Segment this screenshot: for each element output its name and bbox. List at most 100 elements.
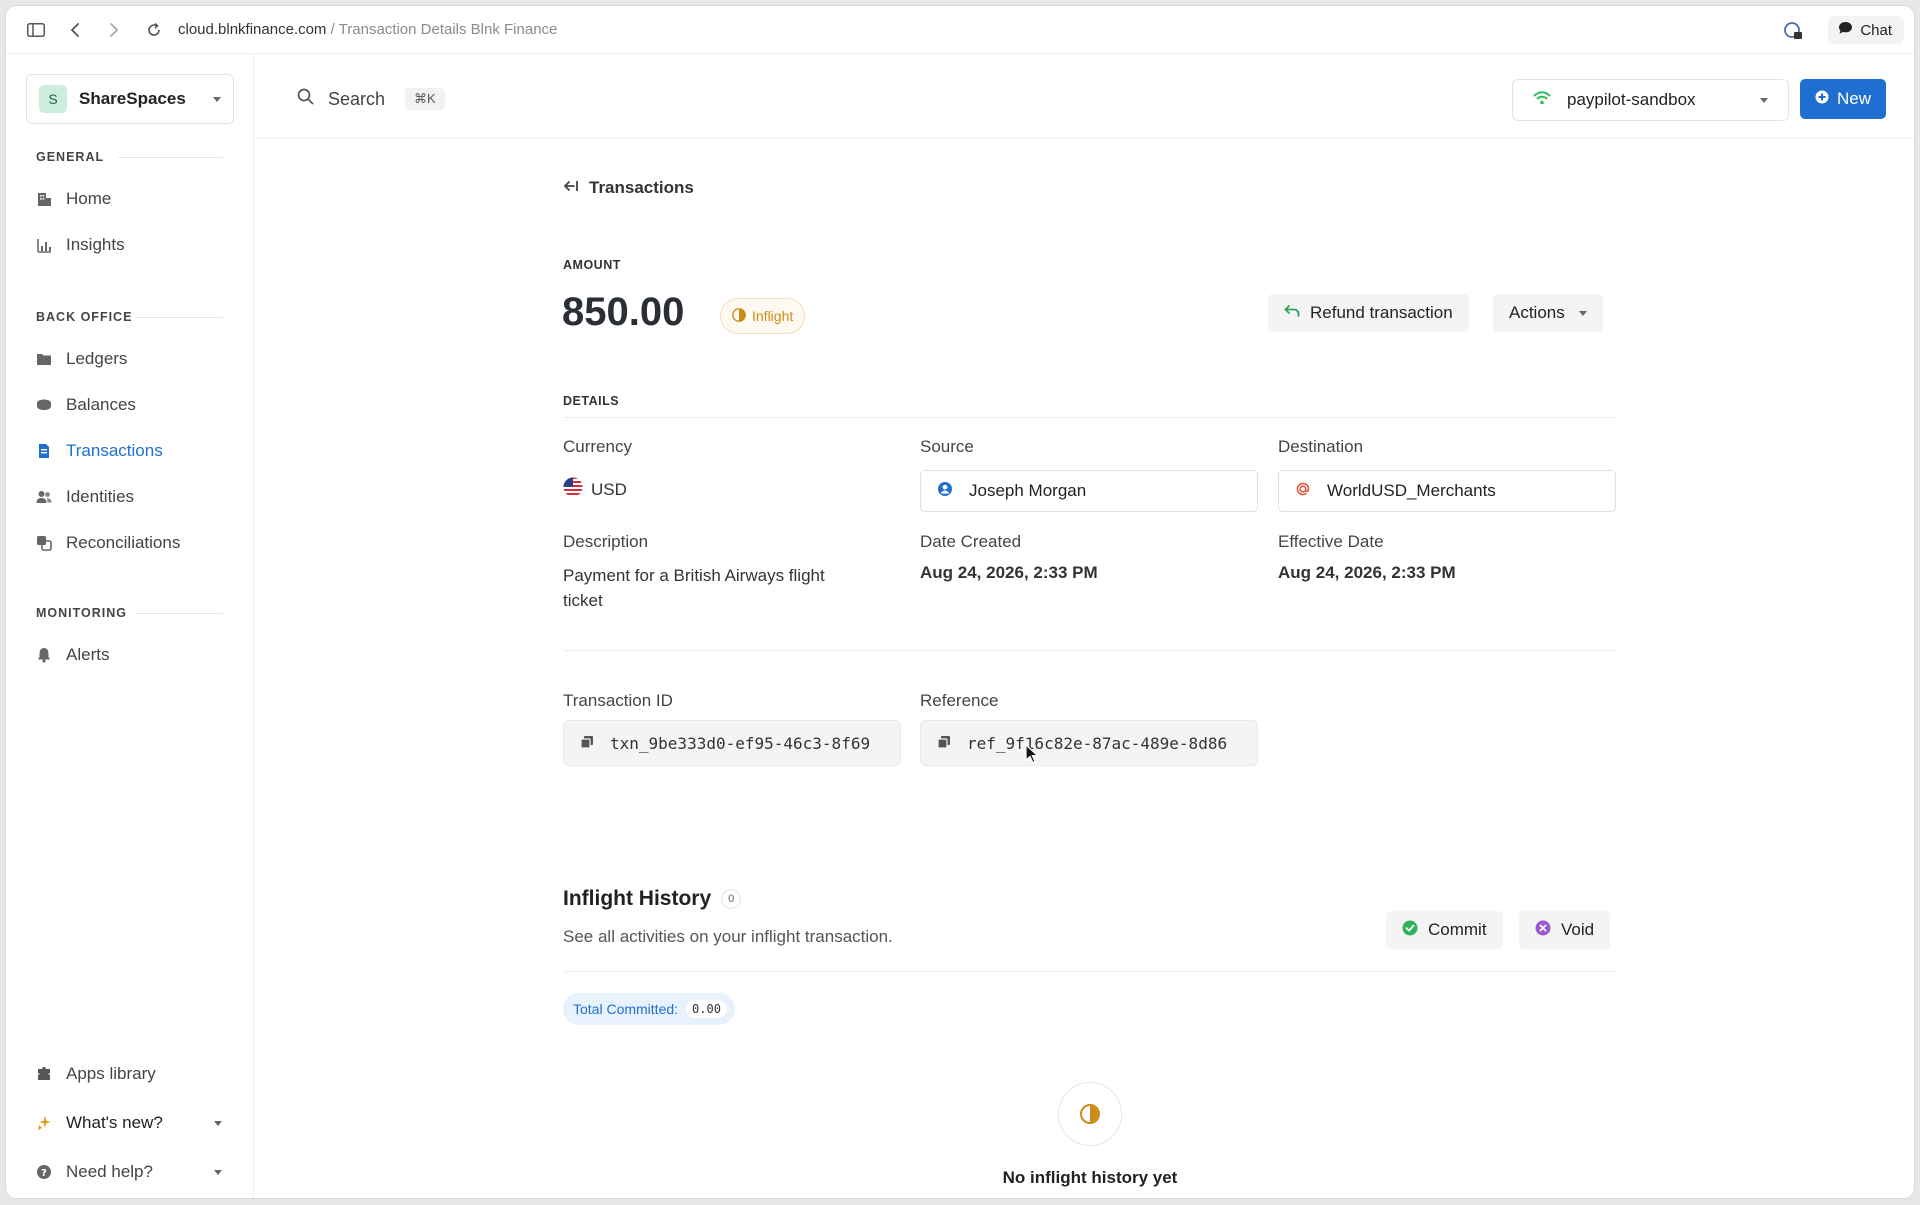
date-created-label: Date Created	[920, 532, 1022, 551]
user-circle-icon	[937, 481, 953, 502]
total-committed-badge: Total Committed: 0.00	[563, 993, 735, 1025]
inflight-history-title: Inflight History 0	[563, 887, 742, 911]
copy-icon	[937, 734, 951, 753]
plus-circle-icon	[1815, 89, 1829, 109]
check-circle-icon	[1402, 920, 1418, 941]
chevron-down-icon	[1578, 310, 1587, 316]
url-domain: cloud.blnkfinance.com	[178, 21, 327, 38]
forward-arrow-icon[interactable]	[102, 18, 126, 42]
top-bar: Search ⌘K paypilot-sandbox New	[255, 54, 1914, 139]
chat-bubble-icon	[1838, 21, 1853, 39]
sidebar-item-label: Ledgers	[66, 349, 128, 368]
search-shortcut: ⌘K	[405, 88, 445, 110]
browser-window: cloud.blnkfinance.com / Transaction Deta…	[6, 6, 1914, 1198]
back-arrow-icon[interactable]	[63, 18, 87, 42]
void-label: Void	[1561, 920, 1595, 939]
sidebar-item-label: Reconciliations	[66, 533, 181, 552]
chevron-down-icon	[1760, 97, 1768, 103]
sidebar-item-reconciliations[interactable]: Reconciliations	[36, 528, 180, 558]
wifi-icon	[1533, 90, 1551, 110]
building-icon	[36, 191, 52, 207]
commit-button[interactable]: Commit	[1386, 911, 1503, 949]
sidebar-item-label: Apps library	[66, 1064, 156, 1083]
sidebar-item-label: Insights	[66, 235, 125, 254]
main-content: Transactions AMOUNT 850.00 Inflight Refu…	[255, 140, 1914, 1198]
actions-dropdown[interactable]: Actions	[1493, 294, 1603, 332]
sidebar-item-balances[interactable]: Balances	[36, 390, 136, 420]
x-circle-icon	[1535, 920, 1551, 941]
chevron-down-icon	[213, 96, 221, 102]
source-label: Source	[920, 437, 974, 456]
destination-field[interactable]: WorldUSD_Merchants	[1278, 470, 1616, 512]
sidebar-item-whats-new[interactable]: What's new?	[36, 1108, 232, 1138]
sidebar-item-apps-library[interactable]: Apps library	[36, 1059, 156, 1089]
sidebar-item-ledgers[interactable]: Ledgers	[36, 344, 127, 374]
reload-icon[interactable]	[142, 18, 166, 42]
environment-selector[interactable]: paypilot-sandbox	[1512, 79, 1789, 121]
details-divider	[563, 417, 1616, 418]
us-flag-icon	[563, 477, 583, 502]
section-title-monitoring: MONITORING	[36, 606, 128, 620]
sidebar-toggle-icon[interactable]	[24, 18, 48, 42]
section-divider	[563, 971, 1616, 972]
extension-icon[interactable]	[1782, 20, 1804, 42]
url-separator: /	[330, 21, 335, 38]
bell-icon	[36, 647, 52, 663]
destination-value: WorldUSD_Merchants	[1327, 481, 1496, 500]
void-button[interactable]: Void	[1519, 911, 1611, 949]
mouse-cursor-icon	[1025, 743, 1040, 769]
chevron-down-icon	[214, 1120, 222, 1126]
sidebar-item-alerts[interactable]: Alerts	[36, 640, 109, 670]
new-button[interactable]: New	[1800, 79, 1886, 119]
search-button[interactable]: Search ⌘K	[297, 88, 445, 110]
sidebar-item-transactions[interactable]: Transactions	[36, 436, 163, 466]
refund-transaction-button[interactable]: Refund transaction	[1268, 294, 1469, 332]
help-circle-icon: ?	[36, 1164, 52, 1180]
reference-value: ref_9f16c82e-87ac-489e-8d86	[967, 733, 1228, 753]
currency-code: USD	[591, 479, 627, 499]
sidebar-item-identities[interactable]: Identities	[36, 482, 134, 512]
sidebar-item-label: Identities	[66, 487, 135, 506]
currency-value: USD	[563, 477, 627, 502]
transaction-amount: 850.00	[562, 290, 685, 334]
transaction-id-label: Transaction ID	[563, 691, 673, 710]
chevron-down-icon	[214, 1169, 222, 1175]
total-committed-label: Total Committed:	[573, 1001, 679, 1017]
url-page-title: Transaction Details Blnk Finance	[338, 21, 558, 38]
sidebar-item-need-help[interactable]: ? Need help?	[36, 1157, 232, 1187]
sidebar-item-label: Balances	[66, 395, 136, 414]
commit-label: Commit	[1428, 920, 1487, 939]
inflight-history-count: 0	[721, 889, 742, 909]
transaction-id-value: txn_9be333d0-ef95-46c3-8f69	[610, 733, 871, 753]
status-label: Inflight	[752, 308, 794, 324]
description-label: Description	[563, 532, 649, 551]
copy-icon	[580, 734, 594, 753]
sidebar-item-home[interactable]: Home	[36, 184, 111, 214]
sidebar-item-label: Alerts	[66, 645, 110, 664]
svg-text:?: ?	[41, 1168, 47, 1179]
destination-label: Destination	[1278, 437, 1364, 456]
coins-icon	[36, 397, 52, 413]
puzzle-icon	[36, 1066, 52, 1082]
sidebar-item-insights[interactable]: Insights	[36, 230, 125, 260]
description-line: Payment for a British Airways flight	[563, 566, 825, 585]
workspace-switcher[interactable]: S ShareSpaces	[26, 74, 234, 124]
transaction-id-copy-field[interactable]: txn_9be333d0-ef95-46c3-8f69	[563, 720, 901, 766]
section-title-back-office: BACK OFFICE	[36, 310, 133, 324]
actions-label: Actions	[1509, 303, 1565, 322]
reference-copy-field[interactable]: ref_9f16c82e-87ac-489e-8d86	[920, 720, 1258, 766]
effective-date-label: Effective Date	[1278, 532, 1384, 551]
chat-button[interactable]: Chat	[1828, 16, 1904, 44]
address-bar[interactable]: cloud.blnkfinance.com / Transaction Deta…	[178, 21, 557, 38]
effective-date-value: Aug 24, 2026, 2:33 PM	[1278, 563, 1456, 582]
amount-label: AMOUNT	[563, 258, 621, 272]
inflight-history-heading: Inflight History	[563, 887, 712, 910]
back-to-transactions-link[interactable]: Transactions	[563, 178, 694, 198]
workspace-avatar: S	[39, 85, 67, 113]
details-label: DETAILS	[563, 394, 620, 408]
environment-name: paypilot-sandbox	[1567, 90, 1696, 109]
source-field[interactable]: Joseph Morgan	[920, 470, 1258, 512]
section-divider	[118, 157, 223, 158]
at-sign-icon	[1295, 481, 1311, 502]
section-divider	[136, 613, 223, 614]
